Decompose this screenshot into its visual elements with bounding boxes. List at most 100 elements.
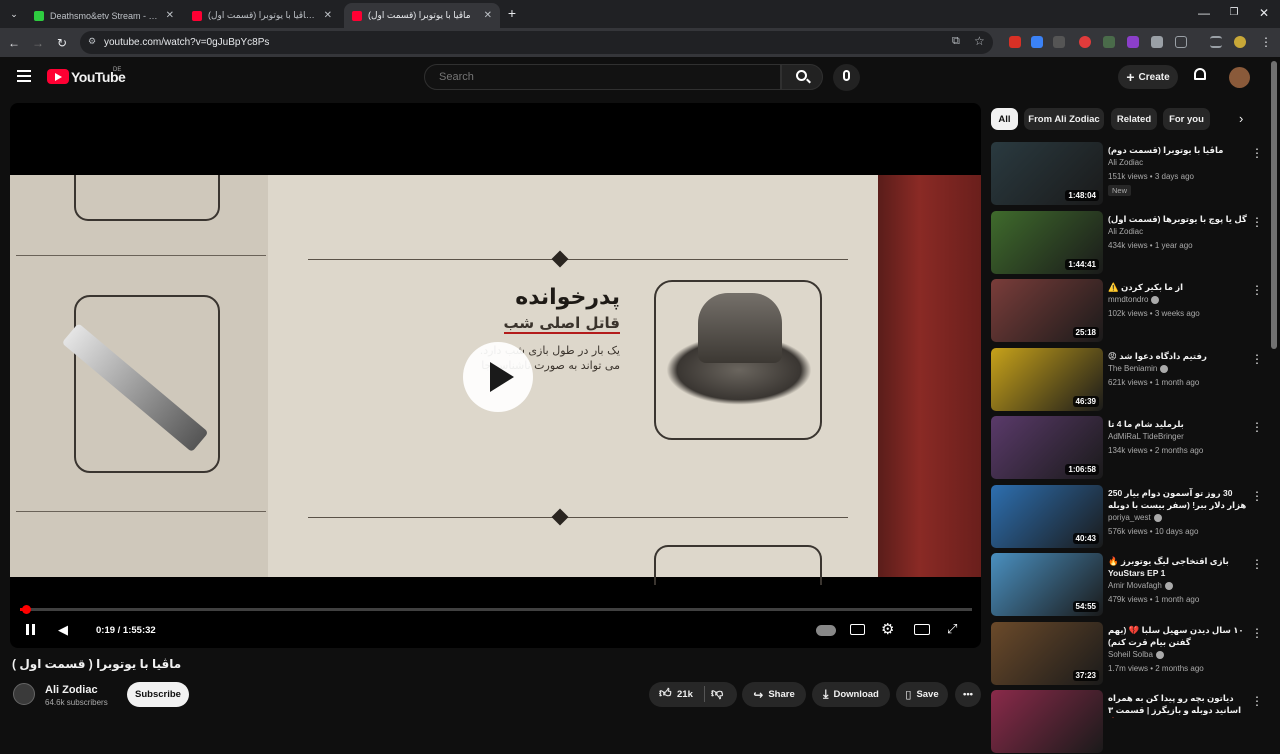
search-input[interactable]	[439, 71, 739, 83]
autoplay-toggle[interactable]	[816, 625, 836, 636]
save-button[interactable]: ▯ Save	[896, 682, 948, 707]
install-app-icon[interactable]: ⧉	[952, 35, 960, 48]
recommendation-item[interactable]: 1:44:41 گل یا پوچ با یوتوبرها (قسمت اول) A…	[991, 211, 1265, 275]
more-options-icon[interactable]: ⋮	[1251, 489, 1263, 503]
recommendation-channel[interactable]: Soheil Solba	[1108, 650, 1164, 659]
recommendation-channel[interactable]: Ali Zodiac	[1108, 158, 1143, 167]
youtube-logo-icon[interactable]	[47, 69, 69, 84]
notifications-bell-icon[interactable]	[1194, 68, 1208, 84]
recommendation-item[interactable]: 1:48:04 ماڤیا با یوتوبرا (قسمت دوم) Ali Zo…	[991, 142, 1265, 206]
recommendation-channel[interactable]: The Beniamin	[1108, 364, 1169, 373]
recommendation-title[interactable]: رفتیم دادگاه دعوا شد 😡	[1108, 350, 1248, 362]
subtitles-icon[interactable]	[850, 624, 865, 635]
recommendation-title[interactable]: بازی اقتخاجی لیگ یوتوبرز 🔥 YouStars EP 1	[1108, 555, 1248, 579]
address-bar[interactable]: ⚙ youtube.com/watch?v=0gJuBpYc8Ps ⧉ ☆	[80, 31, 993, 54]
browser-tab-1[interactable]: Deathsmo&etv Stream - Watch ✕	[26, 3, 182, 28]
like-icon[interactable]: 👍︎	[659, 686, 672, 701]
more-options-icon[interactable]: ⋮	[1251, 283, 1263, 297]
more-options-icon[interactable]: ⋮	[1251, 694, 1263, 708]
recommendation-title[interactable]: از ما بکیر کردن ⚠️	[1108, 281, 1248, 293]
extensions-puzzle-icon[interactable]	[1175, 36, 1187, 48]
close-tab-icon[interactable]: ✕	[484, 10, 492, 21]
more-actions-button[interactable]: •••	[955, 682, 981, 707]
recommendation-thumbnail[interactable]: 37:23	[991, 622, 1103, 685]
recommendation-item[interactable]: 25:18 از ما بکیر کردن ⚠️ mmdtondro 102k vie…	[991, 279, 1265, 343]
progress-bar[interactable]	[20, 605, 972, 614]
more-options-icon[interactable]: ⋮	[1251, 146, 1263, 160]
more-options-icon[interactable]: ⋮	[1251, 215, 1263, 229]
hamburger-menu-icon[interactable]	[17, 70, 31, 82]
pause-button[interactable]	[26, 624, 35, 638]
recommendation-channel[interactable]: poriya_west	[1108, 513, 1162, 522]
recommendation-thumbnail[interactable]: 25:18	[991, 279, 1103, 342]
restore-window-icon[interactable]: ❐	[1226, 5, 1242, 21]
recommendation-title[interactable]: بلرملید شام ما 4 تا	[1108, 418, 1248, 430]
site-info-icon[interactable]: ⚙	[88, 36, 96, 47]
search-button[interactable]	[781, 64, 823, 90]
share-button[interactable]: ↪ Share	[742, 682, 806, 707]
progress-scrubber[interactable]	[22, 605, 31, 614]
volume-icon[interactable]: ◀	[58, 622, 68, 638]
recommendation-item[interactable]: 1:06:58 بلرملید شام ما 4 تا AdMiRaL TideBr…	[991, 416, 1265, 480]
recommendation-thumbnail[interactable]: 1:48:04	[991, 142, 1103, 205]
extension-icon[interactable]	[1103, 36, 1115, 48]
recommendation-title[interactable]: دیاتون بچه رو پیدا کن به همراه اسانید دو…	[1108, 692, 1248, 718]
theater-mode-icon[interactable]	[914, 624, 930, 635]
chip-all[interactable]: All	[991, 108, 1018, 130]
close-window-icon[interactable]: ✕	[1256, 5, 1272, 21]
voice-search-button[interactable]	[833, 64, 860, 91]
more-options-icon[interactable]: ⋮	[1251, 352, 1263, 366]
play-button[interactable]	[463, 342, 533, 412]
browser-menu-icon[interactable]: ⋮	[1260, 35, 1272, 49]
recommendation-channel[interactable]: Amir Movafagh	[1108, 581, 1173, 590]
recommendation-item[interactable]: 40:43 30 روز تو آسمون دوام بیار 250 هزار …	[991, 485, 1265, 549]
bookmark-star-icon[interactable]: ☆	[974, 34, 985, 48]
extension-icon[interactable]	[1127, 36, 1139, 48]
recommendation-channel[interactable]: mmdtondro	[1108, 295, 1160, 304]
channel-avatar[interactable]	[13, 683, 35, 705]
chip-related[interactable]: Related	[1111, 108, 1157, 130]
reload-icon[interactable]: ↻	[54, 35, 70, 51]
recommendation-item[interactable]: 54:55 بازی اقتخاجی لیگ یوتوبرز 🔥 YouStars…	[991, 553, 1265, 617]
recommendation-title[interactable]: 30 روز تو آسمون دوام بیار 250 هزار دلار …	[1108, 487, 1248, 513]
profile-avatar[interactable]	[1234, 36, 1246, 48]
recommendation-title[interactable]: گل یا پوچ با یوتوبرها (قسمت اول)	[1108, 213, 1248, 225]
account-avatar[interactable]	[1229, 67, 1250, 88]
tab-search-chevron-icon[interactable]: ⌄	[6, 6, 22, 22]
extension-icon[interactable]	[1031, 36, 1043, 48]
recommendation-item[interactable]: 46:39 رفتیم دادگاه دعوا شد 😡 The Beniamin 6…	[991, 348, 1265, 412]
recommendation-thumbnail[interactable]: 1:44:41	[991, 211, 1103, 274]
recommendation-thumbnail[interactable]: 54:55	[991, 553, 1103, 616]
dislike-icon[interactable]: 👎︎	[711, 686, 723, 701]
extension-icon[interactable]	[1079, 36, 1091, 48]
recommendation-thumbnail[interactable]: 1:06:58	[991, 416, 1103, 479]
chevron-right-icon[interactable]: ›	[1239, 111, 1243, 126]
chip-from-channel[interactable]: From Ali Zodiac	[1024, 108, 1104, 130]
extension-icon[interactable]	[1009, 36, 1021, 48]
video-player[interactable]: پدرخوانده قاتل اصلی شب یک بار در طول باز…	[10, 103, 981, 648]
close-tab-icon[interactable]: ✕	[166, 10, 174, 21]
channel-name[interactable]: Ali Zodiac	[45, 684, 98, 696]
download-button[interactable]: ⤓ Download	[812, 682, 890, 707]
more-options-icon[interactable]: ⋮	[1251, 626, 1263, 640]
reading-list-icon[interactable]	[1210, 36, 1222, 48]
create-button[interactable]: + Create	[1118, 65, 1178, 89]
browser-tab-2[interactable]: ماڤیا با یوتوبرا (قسمت اول) - be ✕	[184, 3, 340, 28]
chip-for-you[interactable]: For you	[1163, 108, 1210, 130]
more-options-icon[interactable]: ⋮	[1251, 420, 1263, 434]
back-icon[interactable]: ←	[6, 35, 22, 51]
recommendation-channel[interactable]: AdMiRaL TideBringer	[1108, 432, 1184, 441]
recommendation-thumbnail[interactable]	[991, 690, 1103, 753]
recommendation-item[interactable]: دیاتون بچه رو پیدا کن به همراه اسانید دو…	[991, 690, 1265, 754]
forward-icon[interactable]: →	[30, 35, 46, 51]
new-tab-button[interactable]: +	[504, 5, 520, 21]
recommendation-thumbnail[interactable]: 40:43	[991, 485, 1103, 548]
like-count[interactable]: 21k	[677, 689, 693, 700]
scrollbar[interactable]	[1271, 61, 1277, 349]
recommendation-thumbnail[interactable]: 46:39	[991, 348, 1103, 411]
recommendation-item[interactable]: 37:23 ۱۰ سال دیدن سهیل سلبا 💔 (بهم گفتن ب…	[991, 622, 1265, 686]
recommendation-channel[interactable]: Ali Zodiac	[1108, 227, 1143, 236]
more-options-icon[interactable]: ⋮	[1251, 557, 1263, 571]
recommendation-title[interactable]: ماڤیا با یوتوبرا (قسمت دوم)	[1108, 144, 1248, 156]
close-tab-icon[interactable]: ✕	[324, 10, 332, 21]
